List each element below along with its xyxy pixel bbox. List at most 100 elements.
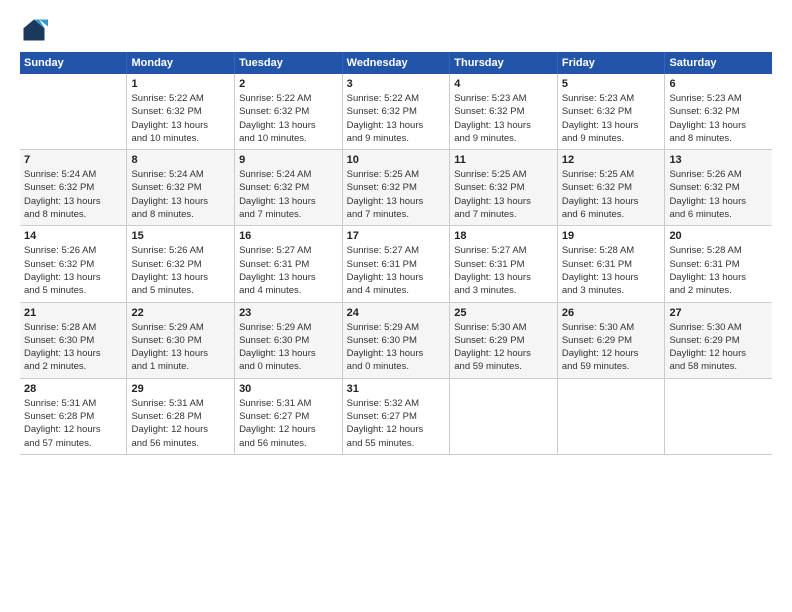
logo [20,16,52,44]
day-number: 26 [562,307,661,319]
day-cell: 25Sunrise: 5:30 AM Sunset: 6:29 PM Dayli… [450,302,558,378]
day-info: Sunrise: 5:31 AM Sunset: 6:27 PM Dayligh… [239,397,338,450]
day-info: Sunrise: 5:28 AM Sunset: 6:31 PM Dayligh… [669,244,768,297]
day-cell: 11 Sunrise: 5:25 AM Sunset: 6:32 PM Dayli… [450,150,558,226]
day-cell: 15 Sunrise: 5:26 AM Sunset: 6:32 PM Dayli… [127,226,235,302]
header-sunday: Sunday [20,52,127,74]
day-info: Sunrise: 5:25 AM Sunset: 6:32 PM Dayligh… [347,168,446,221]
day-info: Sunrise: 5:29 AM Sunset: 6:30 PM Dayligh… [347,321,446,374]
day-number: 22 [131,307,230,319]
day-cell: 26 Sunrise: 5:30 AM Sunset: 6:29 PM Dayli… [557,302,665,378]
day-cell: 31 Sunrise: 5:32 AM Sunset: 6:27 PM Dayli… [342,378,450,454]
day-number: 31 [347,383,446,395]
day-number: 30 [239,383,338,395]
day-info: Sunrise: 5:26 AM Sunset: 6:32 PM Dayligh… [669,168,768,221]
day-cell [450,378,558,454]
day-cell [557,378,665,454]
day-cell: 5Sunrise: 5:23 AM Sunset: 6:32 PM Daylig… [557,74,665,150]
week-row-4: 21 Sunrise: 5:28 AM Sunset: 6:30 PM Dayli… [20,302,772,378]
day-info: Sunrise: 5:31 AM Sunset: 6:28 PM Dayligh… [131,397,230,450]
day-number: 25 [454,307,553,319]
day-number: 29 [131,383,230,395]
day-info: Sunrise: 5:32 AM Sunset: 6:27 PM Dayligh… [347,397,446,450]
day-info: Sunrise: 5:22 AM Sunset: 6:32 PM Dayligh… [239,92,338,145]
day-info: Sunrise: 5:28 AM Sunset: 6:30 PM Dayligh… [24,321,122,374]
day-number: 4 [454,78,553,90]
day-cell: 18 Sunrise: 5:27 AM Sunset: 6:31 PM Dayli… [450,226,558,302]
day-cell: 9 Sunrise: 5:24 AM Sunset: 6:32 PM Daylig… [235,150,343,226]
day-number: 13 [669,154,768,166]
day-number: 1 [131,78,230,90]
header-tuesday: Tuesday [235,52,343,74]
day-number: 2 [239,78,338,90]
header-monday: Monday [127,52,235,74]
day-number: 28 [24,383,122,395]
day-number: 5 [562,78,661,90]
day-cell [20,74,127,150]
week-row-1: 1 Sunrise: 5:22 AM Sunset: 6:32 PM Daylig… [20,74,772,150]
day-number: 20 [669,230,768,242]
week-row-2: 7 Sunrise: 5:24 AM Sunset: 6:32 PM Daylig… [20,150,772,226]
week-row-3: 14 Sunrise: 5:26 AM Sunset: 6:32 PM Dayli… [20,226,772,302]
day-cell: 10 Sunrise: 5:25 AM Sunset: 6:32 PM Dayli… [342,150,450,226]
day-cell: 13 Sunrise: 5:26 AM Sunset: 6:32 PM Dayli… [665,150,772,226]
day-number: 15 [131,230,230,242]
day-number: 12 [562,154,661,166]
day-cell: 24Sunrise: 5:29 AM Sunset: 6:30 PM Dayli… [342,302,450,378]
header-saturday: Saturday [665,52,772,74]
day-cell [665,378,772,454]
calendar-header-row: SundayMondayTuesdayWednesdayThursdayFrid… [20,52,772,74]
page: SundayMondayTuesdayWednesdayThursdayFrid… [0,0,792,467]
day-info: Sunrise: 5:25 AM Sunset: 6:32 PM Dayligh… [562,168,661,221]
day-number: 11 [454,154,553,166]
day-info: Sunrise: 5:23 AM Sunset: 6:32 PM Dayligh… [454,92,553,145]
day-cell: 4 Sunrise: 5:23 AM Sunset: 6:32 PM Daylig… [450,74,558,150]
day-cell: 19 Sunrise: 5:28 AM Sunset: 6:31 PM Dayli… [557,226,665,302]
day-cell: 3 Sunrise: 5:22 AM Sunset: 6:32 PM Daylig… [342,74,450,150]
day-cell: 7 Sunrise: 5:24 AM Sunset: 6:32 PM Daylig… [20,150,127,226]
day-info: Sunrise: 5:22 AM Sunset: 6:32 PM Dayligh… [131,92,230,145]
day-info: Sunrise: 5:31 AM Sunset: 6:28 PM Dayligh… [24,397,122,450]
day-number: 17 [347,230,446,242]
day-number: 19 [562,230,661,242]
day-number: 16 [239,230,338,242]
header [20,16,772,44]
header-thursday: Thursday [450,52,558,74]
day-number: 21 [24,307,122,319]
day-info: Sunrise: 5:30 AM Sunset: 6:29 PM Dayligh… [562,321,661,374]
calendar-table: SundayMondayTuesdayWednesdayThursdayFrid… [20,52,772,455]
day-number: 7 [24,154,122,166]
day-number: 18 [454,230,553,242]
day-cell: 14 Sunrise: 5:26 AM Sunset: 6:32 PM Dayli… [20,226,127,302]
day-info: Sunrise: 5:29 AM Sunset: 6:30 PM Dayligh… [239,321,338,374]
day-info: Sunrise: 5:24 AM Sunset: 6:32 PM Dayligh… [131,168,230,221]
day-info: Sunrise: 5:24 AM Sunset: 6:32 PM Dayligh… [24,168,122,221]
day-cell: 16Sunrise: 5:27 AM Sunset: 6:31 PM Dayli… [235,226,343,302]
day-cell: 28 Sunrise: 5:31 AM Sunset: 6:28 PM Dayli… [20,378,127,454]
day-info: Sunrise: 5:25 AM Sunset: 6:32 PM Dayligh… [454,168,553,221]
day-number: 23 [239,307,338,319]
day-info: Sunrise: 5:27 AM Sunset: 6:31 PM Dayligh… [454,244,553,297]
day-cell: 30 Sunrise: 5:31 AM Sunset: 6:27 PM Dayli… [235,378,343,454]
day-info: Sunrise: 5:26 AM Sunset: 6:32 PM Dayligh… [131,244,230,297]
day-cell: 27Sunrise: 5:30 AM Sunset: 6:29 PM Dayli… [665,302,772,378]
day-cell: 8 Sunrise: 5:24 AM Sunset: 6:32 PM Daylig… [127,150,235,226]
day-info: Sunrise: 5:22 AM Sunset: 6:32 PM Dayligh… [347,92,446,145]
day-number: 14 [24,230,122,242]
day-info: Sunrise: 5:28 AM Sunset: 6:31 PM Dayligh… [562,244,661,297]
day-cell: 17Sunrise: 5:27 AM Sunset: 6:31 PM Dayli… [342,226,450,302]
day-cell: 2 Sunrise: 5:22 AM Sunset: 6:32 PM Daylig… [235,74,343,150]
day-info: Sunrise: 5:24 AM Sunset: 6:32 PM Dayligh… [239,168,338,221]
day-number: 3 [347,78,446,90]
day-number: 10 [347,154,446,166]
day-number: 9 [239,154,338,166]
header-wednesday: Wednesday [342,52,450,74]
day-cell: 23 Sunrise: 5:29 AM Sunset: 6:30 PM Dayli… [235,302,343,378]
header-friday: Friday [557,52,665,74]
day-info: Sunrise: 5:26 AM Sunset: 6:32 PM Dayligh… [24,244,122,297]
day-number: 6 [669,78,768,90]
day-cell: 1 Sunrise: 5:22 AM Sunset: 6:32 PM Daylig… [127,74,235,150]
day-cell: 12 Sunrise: 5:25 AM Sunset: 6:32 PM Dayli… [557,150,665,226]
day-number: 8 [131,154,230,166]
day-info: Sunrise: 5:23 AM Sunset: 6:32 PM Dayligh… [669,92,768,145]
